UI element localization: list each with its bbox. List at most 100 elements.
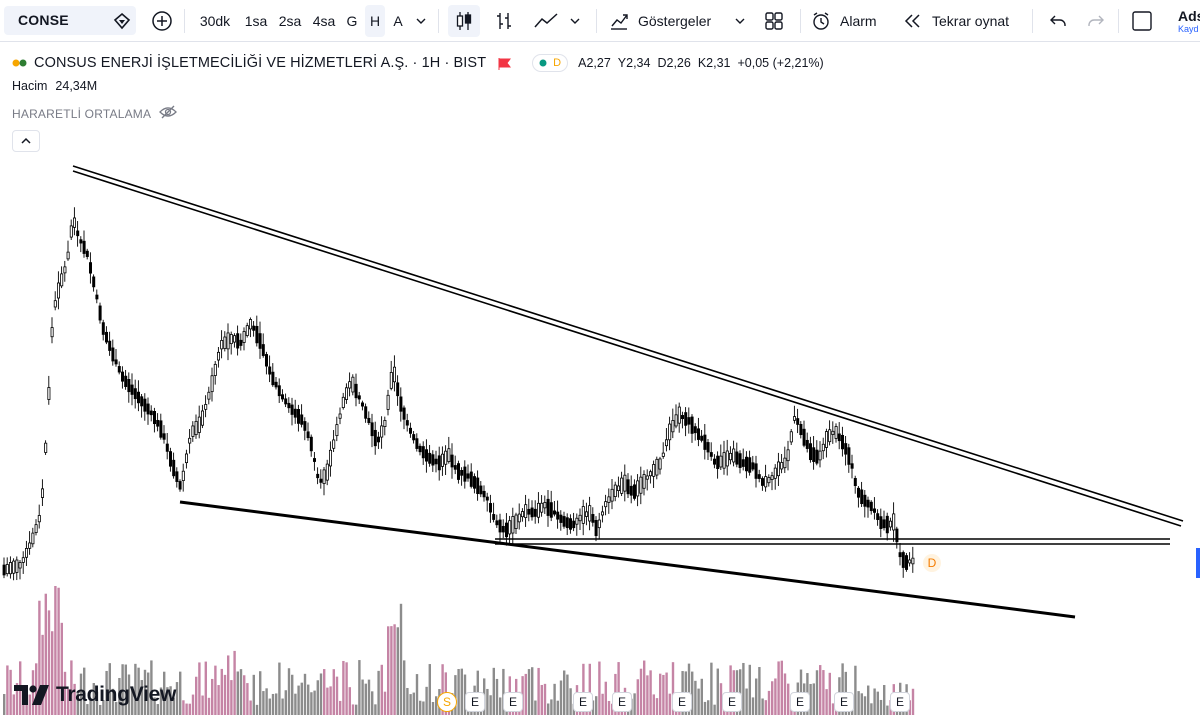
candle-body [312,458,316,462]
replay-button[interactable]: Tekrar oynat [902,0,1022,42]
line-chart-icon[interactable] [530,0,562,42]
volume-bar [742,662,745,715]
candle-body [745,456,749,472]
trendline-drawings[interactable] [72,165,1184,619]
volume-bar [329,686,332,715]
price-chart-canvas[interactable] [0,43,1200,715]
market-status-badge[interactable]: D [532,54,569,72]
candle-body [101,322,105,335]
volume-bar [668,693,671,715]
candle-body [181,470,185,481]
earnings-event-badge[interactable]: E [573,692,593,712]
compare-add-icon[interactable] [148,0,176,42]
price-scale-marker[interactable] [1196,548,1200,578]
volume-bar [246,683,249,715]
split-event-badge[interactable]: S [437,692,457,712]
volume-bar [876,691,879,715]
earnings-event-badge[interactable]: E [790,692,810,712]
volume-bar [639,668,643,715]
chevron-down-icon[interactable] [731,0,749,42]
candle-body [562,516,566,527]
volume-bar [499,697,502,715]
candle-body [815,449,819,464]
candle-body [140,396,144,407]
volume-bar [188,703,191,715]
volume-bar [377,670,380,715]
flag-icon[interactable] [498,57,512,70]
volume-value: 24,34M [55,79,98,93]
candle-body [901,552,905,568]
ads-cut-link[interactable]: Ads Kayd [1178,0,1200,42]
candle-body [424,449,428,462]
earnings-event-badge[interactable]: E [465,692,485,712]
earnings-event-badge[interactable]: E [834,692,854,712]
chart-pane[interactable] [0,43,1200,715]
layouts-grid-icon[interactable] [760,0,788,42]
candle-body [751,462,755,470]
volume-legend[interactable]: Hacim 24,34M [12,79,97,93]
eye-hidden-icon[interactable] [159,105,178,122]
candle-body [713,458,717,465]
earnings-event-badge[interactable]: E [503,692,523,712]
volume-bar [319,673,323,715]
candle-body [748,457,752,473]
candle-body [450,454,454,468]
interval-30m[interactable]: 30dk [195,0,235,42]
undo-icon[interactable] [1044,0,1072,42]
indicators-button[interactable]: Göstergeler [608,0,726,42]
symbol-search-box[interactable]: CONSE [4,6,136,35]
chevron-down-icon[interactable] [412,0,430,42]
candle-body [761,478,765,486]
candle-body [332,439,336,449]
interval-day[interactable]: G [342,0,362,42]
interval-4h[interactable]: 4sa [308,0,340,42]
volume-bar [332,669,335,715]
dividend-marker[interactable]: D [923,554,941,572]
earnings-event-badge[interactable]: E [890,692,910,712]
upper-trendline-b[interactable] [72,170,1182,527]
volume-bar [857,691,860,715]
interval-month[interactable]: A [388,0,408,42]
candle-body [649,471,653,477]
volume-bar [812,683,815,715]
candle-body [124,375,128,387]
tradingview-logo[interactable]: TradingView [14,683,176,707]
candle-body [95,294,99,300]
candles-chart-icon[interactable] [448,5,480,37]
candle-body [271,371,275,386]
candle-body [674,414,678,427]
candle-body [754,463,758,479]
chevron-down-icon[interactable] [566,0,584,42]
redo-icon[interactable] [1082,0,1110,42]
candle-body [796,418,800,425]
interval-2h[interactable]: 2sa [274,0,306,42]
candle-body [204,404,208,410]
volume-bar [239,669,243,715]
collapse-legend-button[interactable] [12,130,40,152]
lower-trendline[interactable] [179,500,1076,619]
legend-main-row: CONSUS ENERJİ İŞLETMECİLİĞİ VE HİZMETLER… [12,53,831,73]
candle-body [456,463,460,480]
volume-bar [707,700,710,715]
candle-body [665,439,669,447]
volume-bar [566,674,569,715]
earnings-event-badge[interactable]: E [612,692,632,712]
candle-body [655,458,659,476]
indicator-legend[interactable]: HARARETLİ ORTALAMA [12,105,178,122]
candle-body [133,388,137,400]
candle-body [31,532,35,545]
interval-1h[interactable]: 1sa [240,0,272,42]
earnings-event-badge[interactable]: E [722,692,742,712]
candle-body [421,446,425,459]
candle-body [197,416,201,433]
interval-week-active[interactable]: H [365,5,385,37]
earnings-event-badge[interactable]: E [672,692,692,712]
symbol-title[interactable]: CONSUS ENERJİ İŞLETMECİLİĞİ VE HİZMETLER… [34,55,486,71]
fullscreen-square-icon[interactable] [1128,0,1156,42]
candle-body [889,520,893,528]
candle-body [585,511,589,517]
alarm-button[interactable]: Alarm [810,0,888,42]
symbol-info-icon[interactable] [112,11,132,31]
bars-chart-icon[interactable] [490,0,518,42]
candle-body [524,504,528,518]
